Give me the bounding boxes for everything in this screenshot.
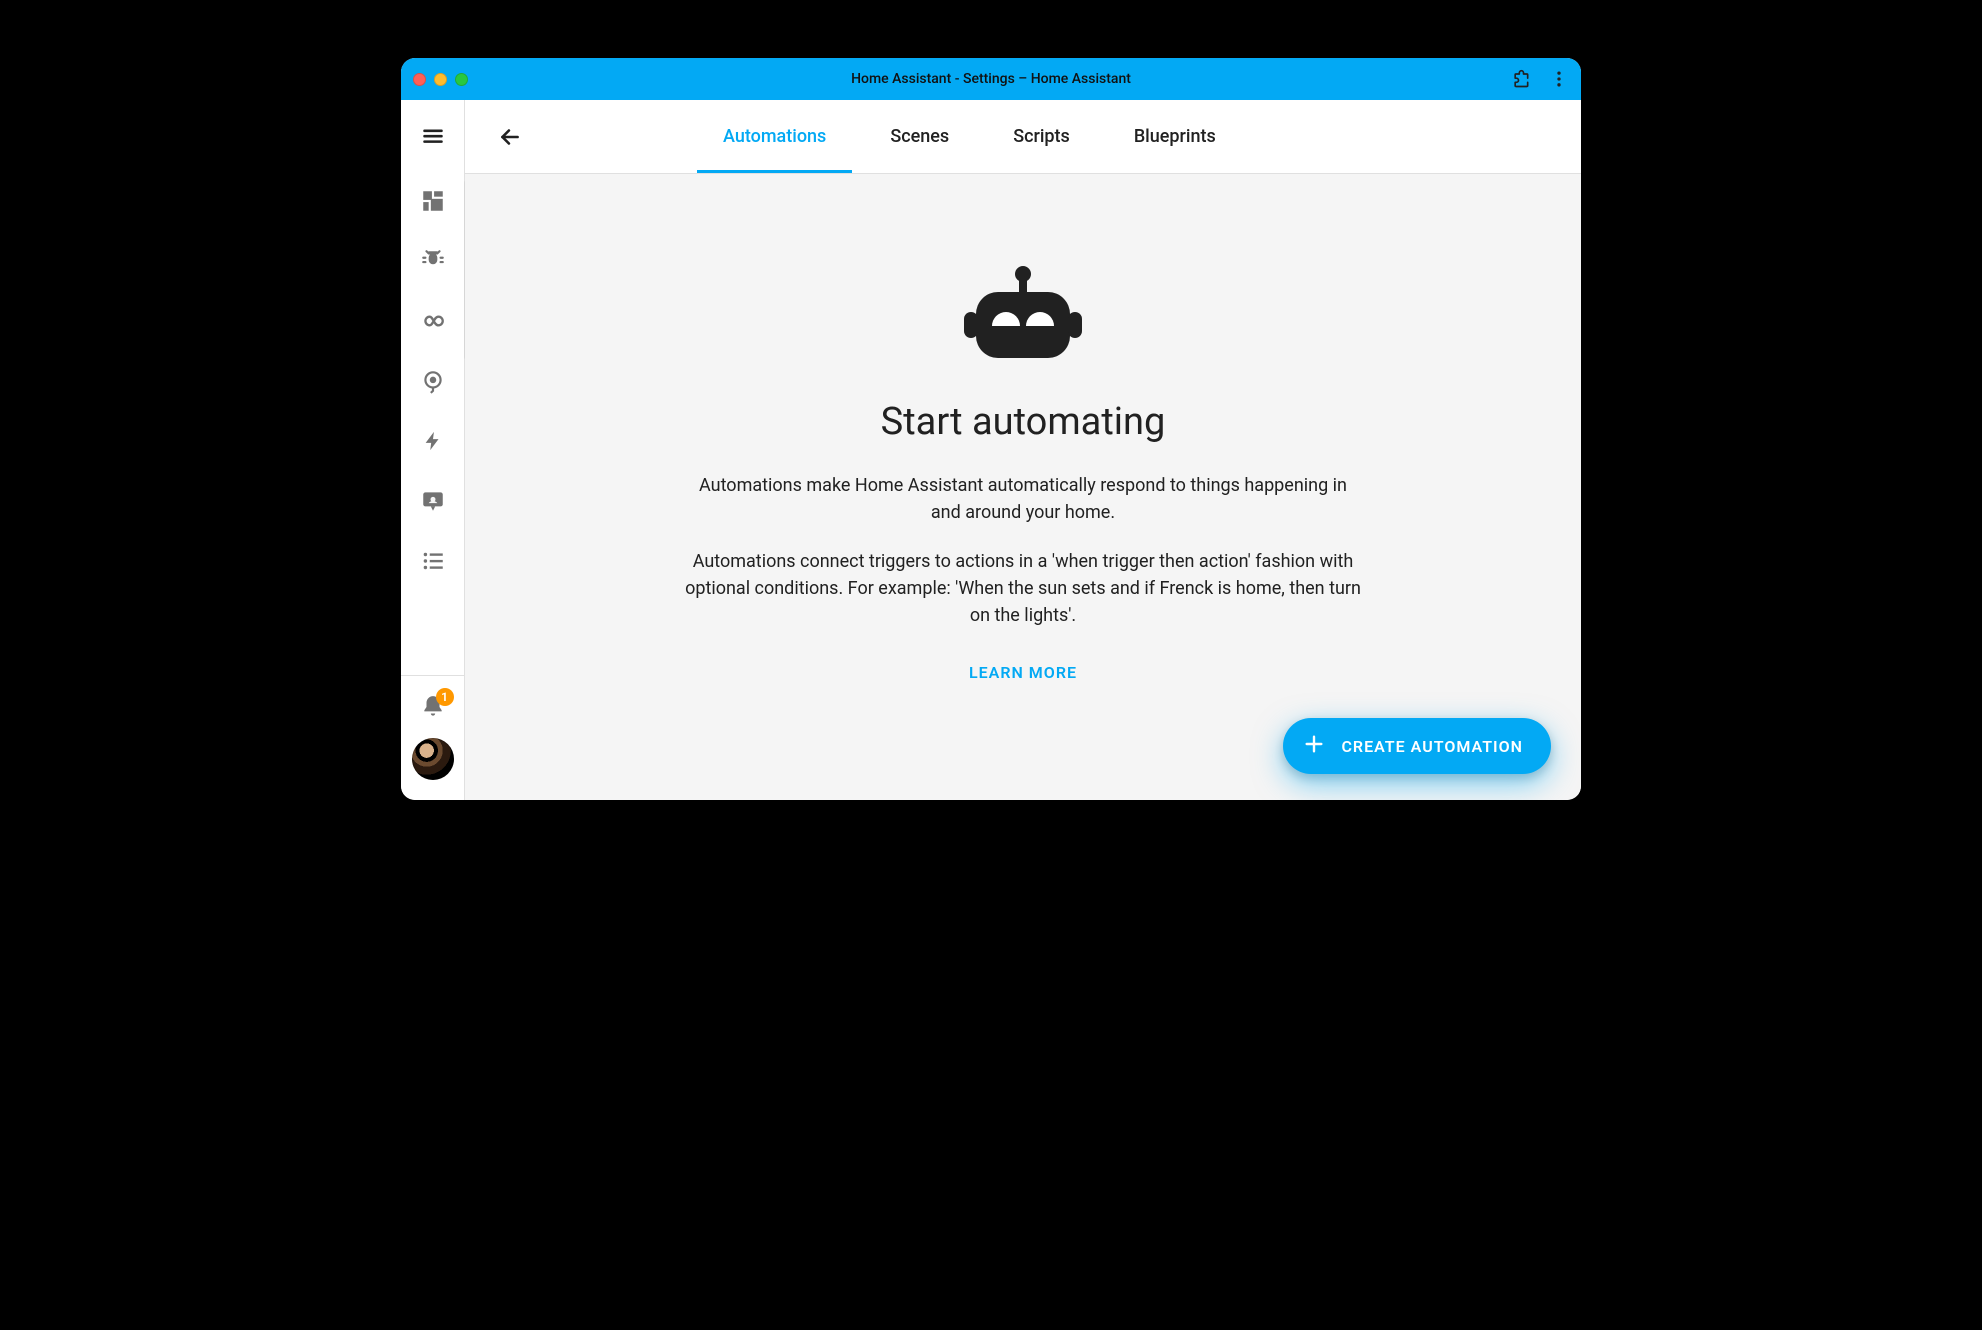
- window-zoom-button[interactable]: [455, 73, 468, 86]
- window-controls: [413, 73, 468, 86]
- user-avatar[interactable]: [412, 738, 454, 780]
- create-automation-label: CREATE AUTOMATION: [1341, 737, 1523, 756]
- extensions-icon[interactable]: [1511, 69, 1531, 89]
- main-content: Automations Scenes Scripts Blueprints: [465, 100, 1581, 800]
- page-header: Automations Scenes Scripts Blueprints: [465, 100, 1581, 174]
- more-menu-icon[interactable]: [1549, 69, 1569, 89]
- tab-blueprints[interactable]: Blueprints: [1126, 100, 1224, 173]
- list-icon[interactable]: [420, 548, 446, 578]
- assist-chat-icon[interactable]: [420, 488, 446, 518]
- notifications-button[interactable]: 1: [420, 694, 446, 724]
- empty-state-headline: Start automating: [881, 400, 1166, 444]
- tab-scripts[interactable]: Scripts: [1005, 100, 1078, 173]
- empty-state-paragraph-2: Automations connect triggers to actions …: [683, 548, 1363, 629]
- robot-icon: [958, 262, 1088, 376]
- titlebar: Home Assistant - Settings – Home Assista…: [401, 58, 1581, 100]
- notifications-badge: 1: [436, 688, 454, 706]
- dashboard-icon[interactable]: [420, 188, 446, 218]
- menu-toggle-button[interactable]: [413, 108, 453, 164]
- tab-scenes[interactable]: Scenes: [882, 100, 957, 173]
- empty-state: Start automating Automations make Home A…: [465, 174, 1581, 800]
- learn-more-link[interactable]: LEARN MORE: [969, 663, 1077, 682]
- lightning-icon[interactable]: [422, 428, 444, 458]
- window-title: Home Assistant - Settings – Home Assista…: [401, 71, 1581, 87]
- bug-icon[interactable]: [420, 248, 446, 278]
- window-minimize-button[interactable]: [434, 73, 447, 86]
- sidebar: 1: [401, 100, 465, 800]
- empty-state-paragraph-1: Automations make Home Assistant automati…: [683, 472, 1363, 526]
- app-window: Home Assistant - Settings – Home Assista…: [401, 58, 1581, 800]
- tabs: Automations Scenes Scripts Blueprints: [555, 100, 1581, 173]
- plus-icon: [1303, 733, 1325, 759]
- infinity-icon[interactable]: [418, 308, 448, 338]
- create-automation-button[interactable]: CREATE AUTOMATION: [1283, 718, 1551, 774]
- tab-automations[interactable]: Automations: [715, 100, 834, 173]
- window-close-button[interactable]: [413, 73, 426, 86]
- brain-gear-icon[interactable]: [420, 368, 446, 398]
- back-button[interactable]: [465, 100, 555, 173]
